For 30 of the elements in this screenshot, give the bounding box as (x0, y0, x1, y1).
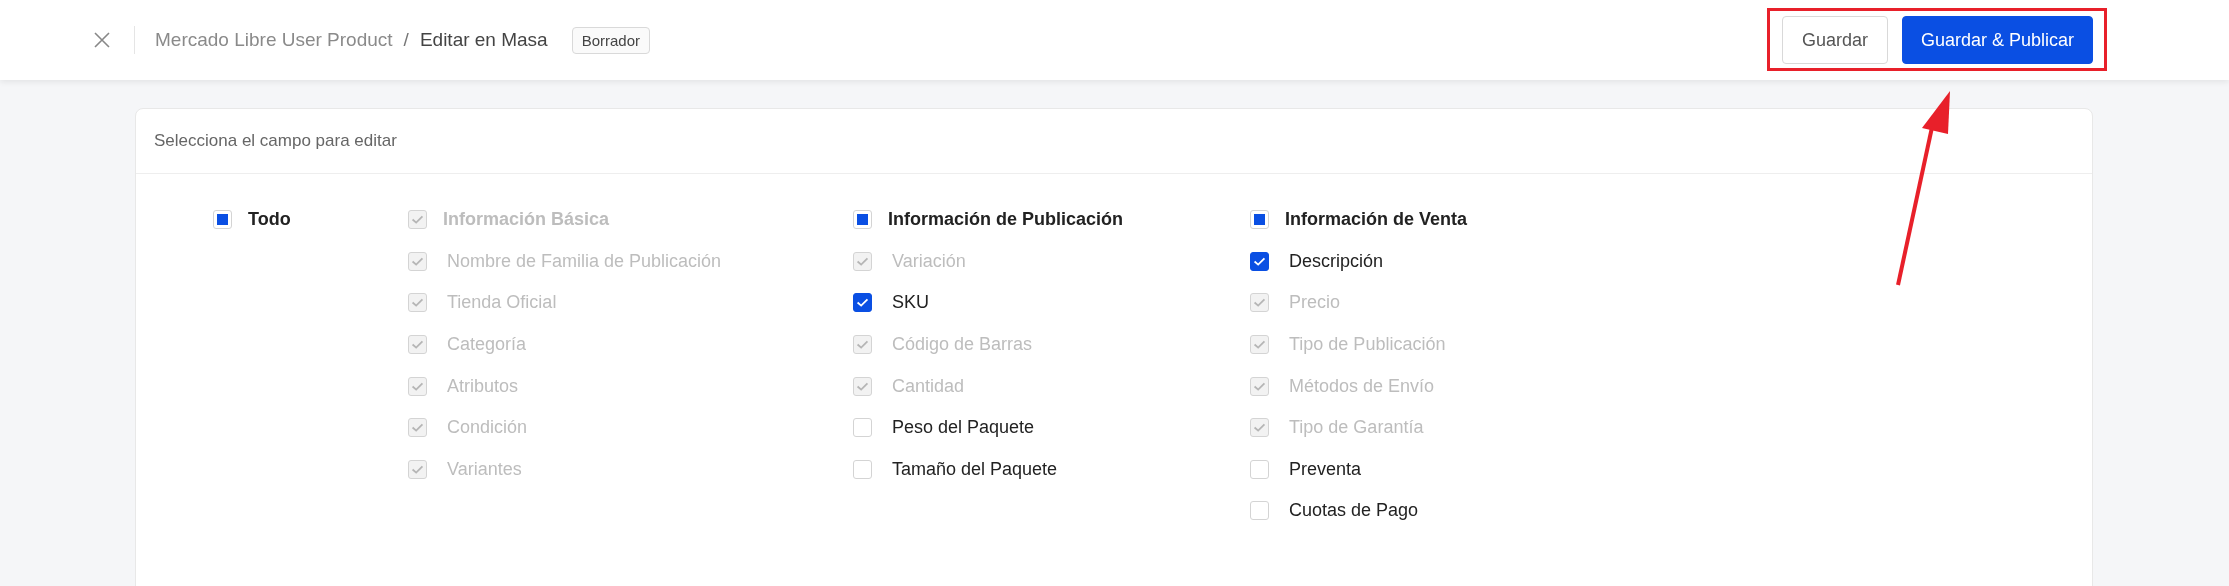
checkbox-label: Variación (892, 250, 966, 272)
checkbox-label: Nombre de Familia de Publicación (447, 250, 722, 272)
checkbox-label: Atributos (447, 375, 519, 397)
checkbox-label: Preventa (1289, 458, 1362, 480)
checkbox-label: Métodos de Envío (1289, 375, 1435, 397)
save-button[interactable]: Guardar (1781, 16, 1888, 64)
checkbox-label: Código de Barras (892, 334, 1033, 356)
checkbox-label: Categoría (447, 334, 527, 356)
checkbox-label: Peso del Paquete (892, 417, 1035, 439)
breadcrumb-item: Editar en Masa (419, 29, 548, 51)
checkbox-label: Tienda Oficial (447, 292, 557, 314)
status-tag: Borrador (571, 26, 651, 54)
checkbox-label: Cantidad (892, 375, 965, 397)
checkbox-label: Información Básica (443, 209, 610, 231)
checkbox-label: Tipo de Garantía (1289, 417, 1424, 439)
panel-title: Selecciona el campo para editar (154, 131, 397, 151)
checkbox-label: Variantes (447, 458, 522, 480)
checkbox-label: Tamaño del Paquete (892, 458, 1058, 480)
checkbox-label: SKU (892, 292, 929, 314)
checkbox-label: Información de Venta (1285, 209, 1468, 231)
breadcrumb-separator: / (403, 29, 409, 51)
checkbox-label: Cuotas de Pago (1289, 500, 1419, 522)
checkbox-label: Información de Publicación (888, 209, 1124, 231)
checkbox-label: Todo (248, 209, 291, 231)
checkbox-label: Condición (447, 417, 528, 439)
save-publish-button[interactable]: Guardar & Publicar (1901, 16, 2093, 64)
checkbox-label: Descripción (1289, 250, 1384, 272)
checkbox-label: Tipo de Publicación (1289, 334, 1446, 356)
breadcrumb-item[interactable]: Mercado Libre User Product (155, 29, 393, 51)
checkbox-label: Precio (1289, 292, 1341, 314)
